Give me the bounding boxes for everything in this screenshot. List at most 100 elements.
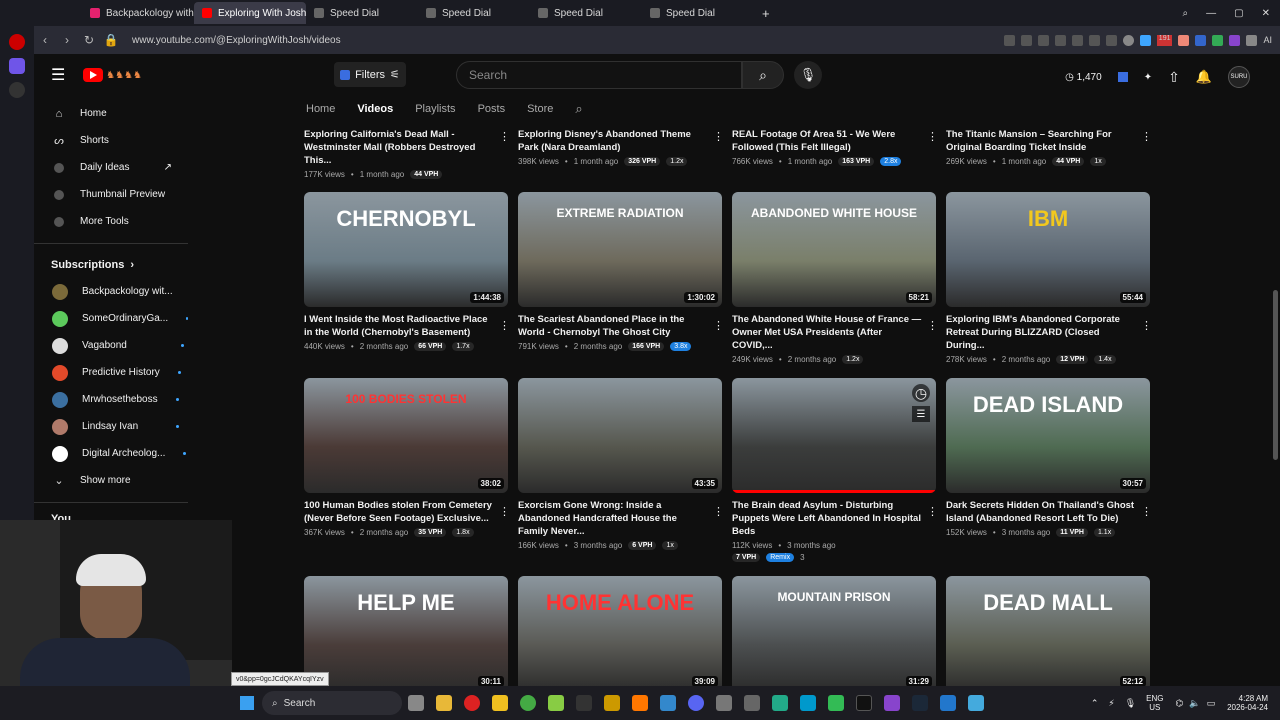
search-input[interactable]: Search <box>456 61 742 89</box>
video-thumbnail[interactable]: DEAD MALL 52:12 <box>946 576 1150 691</box>
upload-icon[interactable]: ⇧ <box>1168 69 1180 86</box>
more-options-icon[interactable]: ⋮ <box>927 505 938 518</box>
video-card[interactable]: HOME ALONE 39:09 <box>518 576 722 691</box>
video-title[interactable]: Exorcism Gone Wrong: Inside a Abandoned … <box>518 499 708 538</box>
video-title[interactable]: The Abandoned White House of France — Ow… <box>732 313 922 352</box>
app-blue-icon[interactable] <box>660 695 676 711</box>
video-card[interactable]: IBM 55:44 Exploring IBM's Abandoned Corpor… <box>946 192 1152 364</box>
video-thumbnail[interactable]: ABANDONED WHITE HOUSE 58:21 <box>732 192 936 307</box>
taskbar-search[interactable]: ⌕ Search <box>262 691 402 715</box>
video-title[interactable]: 100 Human Bodies stolen From Cemetery (N… <box>304 499 494 525</box>
add-to-queue-icon[interactable]: ☰ <box>912 406 930 422</box>
video-thumbnail[interactable]: IBM 55:44 <box>946 192 1150 307</box>
app-cyan-icon[interactable] <box>800 695 816 711</box>
rss-icon[interactable] <box>1178 34 1190 46</box>
page-scrollbar[interactable] <box>1273 290 1278 460</box>
url-field[interactable]: www.youtube.com/@ExploringWithJosh/video… <box>132 26 1004 54</box>
youtube-logo[interactable]: ♞♞♞♞ <box>83 68 142 82</box>
trophy-icon[interactable]: ✦ <box>1144 72 1152 83</box>
video-thumbnail[interactable]: HOME ALONE 39:09 <box>518 576 722 691</box>
video-thumbnail[interactable]: ◷ ☰ <box>732 378 936 493</box>
more-options-icon[interactable]: ⋮ <box>713 505 724 518</box>
tab-4[interactable]: Speed Dial <box>530 2 642 24</box>
bookmark-ext-icon[interactable] <box>1139 34 1151 46</box>
tab-store[interactable]: Store <box>527 103 553 115</box>
close-window-button[interactable]: ✕ <box>1262 8 1270 19</box>
steam-icon[interactable] <box>912 695 928 711</box>
video-title[interactable]: The Brain dead Asylum - Disturbing Puppe… <box>732 499 922 538</box>
tab-3[interactable]: Speed Dial <box>418 2 530 24</box>
video-thumbnail[interactable]: 43:35 <box>518 378 722 493</box>
battery-icon[interactable]: ▭ <box>1207 698 1216 709</box>
sidebar-item-daily-ideas[interactable]: Daily Ideas ↗ <box>34 154 188 181</box>
sidebar-item-shorts[interactable]: ᔕ Shorts <box>34 127 188 154</box>
tab-2[interactable]: Speed Dial <box>306 2 418 24</box>
subscription-item[interactable]: Mrwhosetheboss <box>34 386 188 413</box>
tab-posts[interactable]: Posts <box>478 103 506 115</box>
tab-home[interactable]: Home <box>306 103 335 115</box>
video-title[interactable]: I Went Inside the Most Radioactive Place… <box>304 313 494 339</box>
search-tabs-icon[interactable]: ⌕ <box>1183 8 1189 19</box>
subscription-item[interactable]: SomeOrdinaryGa... <box>34 305 188 332</box>
more-options-icon[interactable]: ⋮ <box>1141 130 1152 143</box>
ext-filter-icon[interactable] <box>1117 72 1128 82</box>
video-thumbnail[interactable]: HELP ME 30:11 <box>304 576 508 691</box>
video-card[interactable]: The Titanic Mansion – Searching For Orig… <box>946 126 1152 166</box>
video-title[interactable]: Dark Secrets Hidden On Thailand's Ghost … <box>946 499 1136 525</box>
app-black-icon[interactable] <box>856 695 872 711</box>
opera-logo-icon[interactable] <box>9 34 25 50</box>
windows-start-icon[interactable] <box>240 696 254 710</box>
sidebar-item-home[interactable]: ⌂ Home <box>34 100 188 127</box>
tab-playlists[interactable]: Playlists <box>415 103 455 115</box>
video-card[interactable]: MOUNTAIN PRISON 31:29 <box>732 576 936 691</box>
watch-later-icon[interactable]: ◷ <box>912 384 930 402</box>
forward-button[interactable]: › <box>56 33 78 47</box>
app-green2-icon[interactable] <box>828 695 844 711</box>
video-card[interactable]: 100 BODIES STOLEN 38:02 100 Human Bodies s… <box>304 378 510 537</box>
video-card[interactable]: HELP ME 30:11 <box>304 576 508 691</box>
more-options-icon[interactable]: ⋮ <box>927 130 938 143</box>
vpn-icon[interactable] <box>1122 34 1134 46</box>
vlc-icon[interactable] <box>632 695 648 711</box>
workspace-icon[interactable] <box>9 58 25 74</box>
more-options-icon[interactable]: ⋮ <box>1141 505 1152 518</box>
notifications-bell-icon[interactable]: 🔔 <box>1196 69 1212 85</box>
tab-0[interactable]: Backpackology with Steve <box>82 2 194 24</box>
video-thumbnail[interactable]: DEAD ISLAND 30:57 <box>946 378 1150 493</box>
maximize-button[interactable]: ▢ <box>1234 8 1243 19</box>
app-gray-icon[interactable] <box>716 695 732 711</box>
heart-icon[interactable] <box>1071 34 1083 46</box>
app-dark-icon[interactable] <box>576 695 592 711</box>
video-card[interactable]: ABANDONED WHITE HOUSE 58:21 The Abandoned … <box>732 192 938 364</box>
video-title[interactable]: Exploring California's Dead Mall - Westm… <box>304 128 494 167</box>
task-view-icon[interactable] <box>408 695 424 711</box>
more-options-icon[interactable]: ⋮ <box>713 319 724 332</box>
video-title[interactable]: REAL Footage Of Area 51 - We Were Follow… <box>732 128 922 154</box>
ext-blue-icon[interactable] <box>1195 34 1207 46</box>
video-card[interactable]: Exploring California's Dead Mall - Westm… <box>304 126 510 179</box>
network-icon[interactable]: ⌬ <box>1175 698 1183 709</box>
tab-1[interactable]: Exploring With Josh - You <box>194 2 306 24</box>
subscription-item[interactable]: Vagabond <box>34 332 188 359</box>
reload-button[interactable]: ↻ <box>78 33 100 47</box>
video-thumbnail[interactable]: CHERNOBYL 1:44:38 <box>304 192 508 307</box>
file-explorer-icon[interactable] <box>436 695 452 711</box>
menu-icon[interactable] <box>1105 34 1117 46</box>
ext-badge[interactable]: 191 <box>1156 34 1173 46</box>
app-blue2-icon[interactable] <box>940 695 956 711</box>
minimize-button[interactable]: — <box>1206 8 1216 19</box>
opera-taskbar-icon[interactable] <box>464 695 480 711</box>
app-bolt-icon[interactable] <box>492 695 508 711</box>
video-thumbnail[interactable]: MOUNTAIN PRISON 31:29 <box>732 576 936 691</box>
sidebar-item-thumbnail-preview[interactable]: Thumbnail Preview <box>34 181 188 208</box>
back-button[interactable]: ‹ <box>34 33 56 47</box>
camera-icon[interactable] <box>1020 34 1032 46</box>
app-green-icon[interactable] <box>548 695 564 711</box>
filters-button[interactable]: Filters ⚟ <box>334 62 406 87</box>
video-card[interactable]: 43:35 Exorcism Gone Wrong: Inside a Aband… <box>518 378 724 550</box>
volume-icon[interactable]: 🔈 <box>1189 698 1200 709</box>
discord-icon[interactable] <box>688 695 704 711</box>
ai-button[interactable]: AI <box>1263 35 1272 46</box>
download-icon[interactable] <box>1088 34 1100 46</box>
more-options-icon[interactable]: ⋮ <box>499 505 510 518</box>
